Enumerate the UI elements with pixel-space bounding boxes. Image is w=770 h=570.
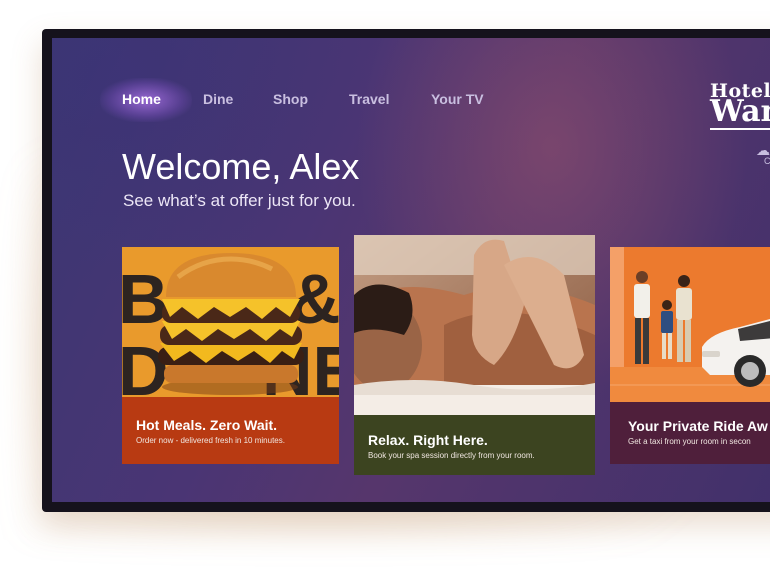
card-relax[interactable]: Relax. Right Here. Book your spa session… — [354, 235, 595, 475]
tv-screen: Home Dine Shop Travel Your TV Hotel Wan … — [52, 38, 770, 502]
nav-item-dine[interactable]: Dine — [203, 91, 233, 107]
weather-widget: ☁ C — [756, 142, 770, 166]
card-hot-meals-description: Order now - delivered fresh in 10 minute… — [136, 436, 285, 445]
card-hot-meals-caption: Hot Meals. Zero Wait. Order now - delive… — [122, 397, 339, 464]
burger-letter-d: D — [122, 332, 169, 397]
family-car-image — [610, 247, 770, 402]
nav-item-shop[interactable]: Shop — [273, 91, 308, 107]
welcome-subtitle: See what’s at offer just for you. — [123, 191, 356, 210]
nav-item-home[interactable]: Home — [122, 91, 161, 107]
card-relax-title: Relax. Right Here. — [368, 432, 488, 448]
card-private-ride-description: Get a taxi from your room in secon — [628, 437, 751, 446]
card-private-ride[interactable]: Your Private Ride Aw Get a taxi from you… — [610, 247, 770, 464]
card-private-ride-caption: Your Private Ride Aw Get a taxi from you… — [610, 402, 770, 464]
hotel-logo-line2: Wan — [710, 94, 770, 129]
tv-frame: Home Dine Shop Travel Your TV Hotel Wan … — [42, 29, 770, 512]
card-hot-meals-title: Hot Meals. Zero Wait. — [136, 417, 278, 433]
card-hot-meals[interactable]: B & D NE Hot Meals. Zero Wait. Order now… — [122, 247, 339, 464]
hotel-logo: Hotel Wan — [710, 82, 770, 130]
burger-image: B & D NE — [122, 247, 339, 397]
card-relax-caption: Relax. Right Here. Book your spa session… — [354, 415, 595, 475]
card-private-ride-title: Your Private Ride Aw — [628, 418, 768, 434]
burger-letter-b: B — [122, 260, 169, 338]
nav-item-travel[interactable]: Travel — [349, 91, 389, 107]
massage-image — [354, 235, 595, 415]
nav-item-your-tv[interactable]: Your TV — [431, 91, 484, 107]
welcome-title: Welcome, Alex — [122, 146, 360, 187]
weather-text: C — [764, 156, 770, 166]
card-relax-description: Book your spa session directly from your… — [368, 451, 535, 460]
